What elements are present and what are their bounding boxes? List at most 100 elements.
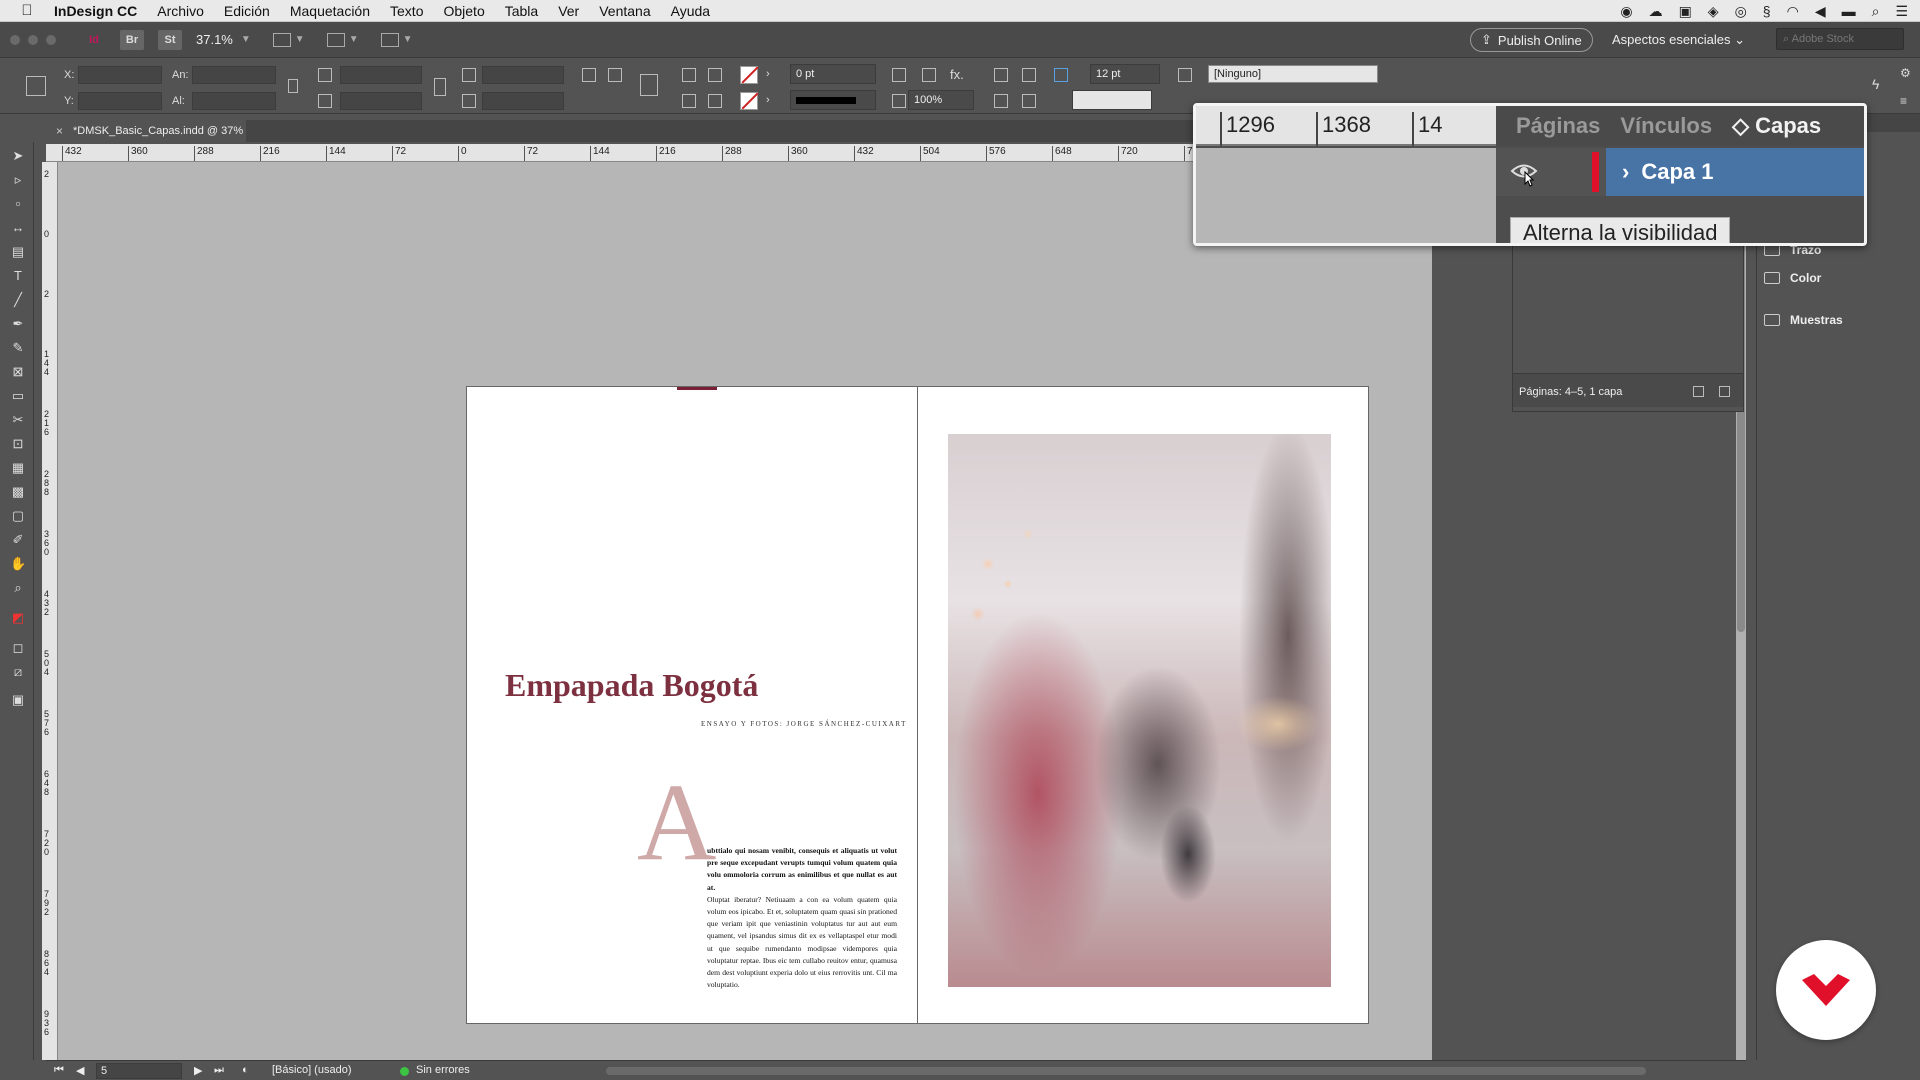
corner-options-icon[interactable]: [892, 68, 906, 82]
stock-button[interactable]: St: [158, 29, 182, 50]
scale-x-field[interactable]: [340, 66, 422, 84]
menu-maquetacion[interactable]: Maquetación: [290, 3, 370, 19]
column-width-field[interactable]: [1072, 90, 1152, 110]
volume-icon[interactable]: ◀: [1815, 3, 1826, 20]
height-field[interactable]: [192, 92, 276, 110]
chain-icon[interactable]: [434, 78, 446, 96]
close-icon[interactable]: ×: [56, 124, 63, 138]
zoom-level[interactable]: 37.1%: [196, 32, 233, 47]
menu-tabla[interactable]: Tabla: [505, 3, 538, 19]
stroke-swatch[interactable]: [740, 92, 758, 110]
bridge-button[interactable]: Br: [120, 29, 144, 50]
page-5[interactable]: [917, 386, 1369, 1024]
pen-tool-icon[interactable]: ✒: [10, 316, 26, 332]
article-headline[interactable]: Empapada Bogotá: [505, 667, 758, 704]
pencil-tool-icon[interactable]: ✎: [10, 340, 26, 356]
menu-ayuda[interactable]: Ayuda: [671, 3, 710, 19]
effects-icon[interactable]: fx.: [950, 67, 964, 82]
opacity-icon[interactable]: [892, 94, 906, 108]
rotate-ccw-icon[interactable]: [608, 68, 622, 82]
gap-tool-icon[interactable]: ↔: [10, 220, 26, 236]
chevron-right-icon[interactable]: ›: [766, 68, 770, 80]
page-number-field[interactable]: 5: [96, 1063, 182, 1079]
previous-page-icon[interactable]: ◀: [76, 1064, 84, 1077]
apple-menu-icon[interactable]: : [0, 2, 54, 19]
object-style-select[interactable]: [Ninguno]: [1208, 65, 1378, 83]
app-tray-icon[interactable]: ▣: [1679, 3, 1692, 20]
screen-mode-icon[interactable]: ▣: [10, 692, 26, 708]
cloud-icon[interactable]: ☁: [1649, 3, 1663, 20]
menu-ver[interactable]: Ver: [558, 3, 579, 19]
align-center-icon[interactable]: [1022, 94, 1036, 108]
drop-shadow-icon[interactable]: [922, 68, 936, 82]
new-layer-icon[interactable]: [1693, 386, 1704, 397]
flag-icon[interactable]: ▬: [1842, 3, 1856, 19]
chevron-down-icon[interactable]: ▼: [295, 34, 305, 45]
menu-archivo[interactable]: Archivo: [157, 3, 204, 19]
note-tool-icon[interactable]: ▢: [10, 508, 26, 524]
object-style-icon[interactable]: [1178, 68, 1192, 82]
apply-none-icon[interactable]: ⧄: [10, 664, 26, 680]
dock-item-muestras[interactable]: Muestras: [1764, 313, 1843, 327]
tab-paginas[interactable]: Páginas: [1516, 113, 1600, 139]
hand-tool-icon[interactable]: ✋: [10, 556, 26, 572]
gradient-swatch-tool-icon[interactable]: ▦: [10, 460, 26, 476]
direct-selection-tool-icon[interactable]: ▹: [10, 172, 26, 188]
lightning-icon[interactable]: ϟ: [1872, 76, 1879, 92]
rotate-field[interactable]: [482, 66, 564, 84]
layer-name[interactable]: Capa 1: [1641, 159, 1713, 185]
formatting-container-icon[interactable]: ◻: [10, 640, 26, 656]
chevron-down-icon[interactable]: ▼: [403, 34, 413, 45]
last-page-icon[interactable]: ⏭: [214, 1064, 224, 1077]
notifications-icon[interactable]: ☰: [1895, 3, 1908, 20]
x-field[interactable]: [78, 66, 162, 84]
fill-stroke-icon[interactable]: ◩: [10, 610, 26, 626]
skype-icon[interactable]: §: [1763, 3, 1771, 19]
rotate-cw-icon[interactable]: [582, 68, 596, 82]
rectangle-tool-icon[interactable]: ▭: [10, 388, 26, 404]
constrain-proportions-icon[interactable]: [288, 79, 298, 93]
close-window-icon[interactable]: [10, 34, 20, 45]
next-page-icon[interactable]: ▶: [194, 1064, 202, 1077]
fill-swatch[interactable]: [740, 66, 758, 84]
selection-tool-icon[interactable]: ➤: [10, 148, 26, 164]
horizontal-scrollbar[interactable]: [606, 1067, 1646, 1075]
sync-icon[interactable]: ◎: [1735, 3, 1747, 20]
chevron-right-icon[interactable]: ›: [1622, 159, 1629, 185]
scale-x-icon[interactable]: [318, 68, 332, 82]
article-byline[interactable]: ENSAYO Y FOTOS: JORGE SÁNCHEZ-CUIXART: [701, 720, 907, 728]
menu-texto[interactable]: Texto: [390, 3, 423, 19]
auto-fit-icon[interactable]: [1054, 68, 1068, 82]
stroke-weight-field[interactable]: 0 pt: [790, 64, 876, 84]
align-top-icon[interactable]: [994, 94, 1008, 108]
type-tool-icon[interactable]: T: [10, 268, 26, 284]
text-wrap-box-icon[interactable]: [1022, 68, 1036, 82]
select-content-icon[interactable]: [708, 94, 722, 108]
gutter-field[interactable]: 12 pt: [1090, 64, 1160, 84]
arrange-documents-icon[interactable]: [380, 32, 399, 47]
content-collector-icon[interactable]: ▤: [10, 244, 26, 260]
record-icon[interactable]: ◉: [1620, 3, 1632, 20]
paragraph-icon[interactable]: [640, 74, 658, 96]
chevron-down-icon[interactable]: ▼: [349, 34, 359, 45]
trash-icon[interactable]: [1719, 386, 1730, 397]
first-page-icon[interactable]: ⏮: [54, 1064, 64, 1077]
stroke-type-field[interactable]: [790, 90, 876, 110]
vertical-ruler[interactable]: 2 0 2 1 4 4 2 1 6 2 8 8 3 6 0 4 3 2 5 0 4 5 7 6 6 …: [42, 162, 58, 1060]
text-wrap-none-icon[interactable]: [994, 68, 1008, 82]
menu-objeto[interactable]: Objeto: [443, 3, 484, 19]
chevron-down-icon[interactable]: ▼: [241, 34, 251, 45]
publish-online-button[interactable]: ⇪ Publish Online: [1470, 28, 1593, 52]
eyedropper-tool-icon[interactable]: ✐: [10, 532, 26, 548]
layer-capa-1[interactable]: › Capa 1: [1606, 148, 1864, 196]
y-field[interactable]: [78, 92, 162, 110]
width-field[interactable]: [192, 66, 276, 84]
gear-icon[interactable]: ⚙: [1900, 66, 1911, 80]
shear-field[interactable]: [482, 92, 564, 110]
chevron-right-icon[interactable]: ›: [766, 94, 770, 106]
scale-y-field[interactable]: [340, 92, 422, 110]
preflight-status[interactable]: Sin errores: [416, 1064, 470, 1076]
opacity-field[interactable]: 100%: [908, 90, 974, 110]
free-transform-tool-icon[interactable]: ⊡: [10, 436, 26, 452]
spotlight-icon[interactable]: ⌕: [1872, 3, 1880, 20]
